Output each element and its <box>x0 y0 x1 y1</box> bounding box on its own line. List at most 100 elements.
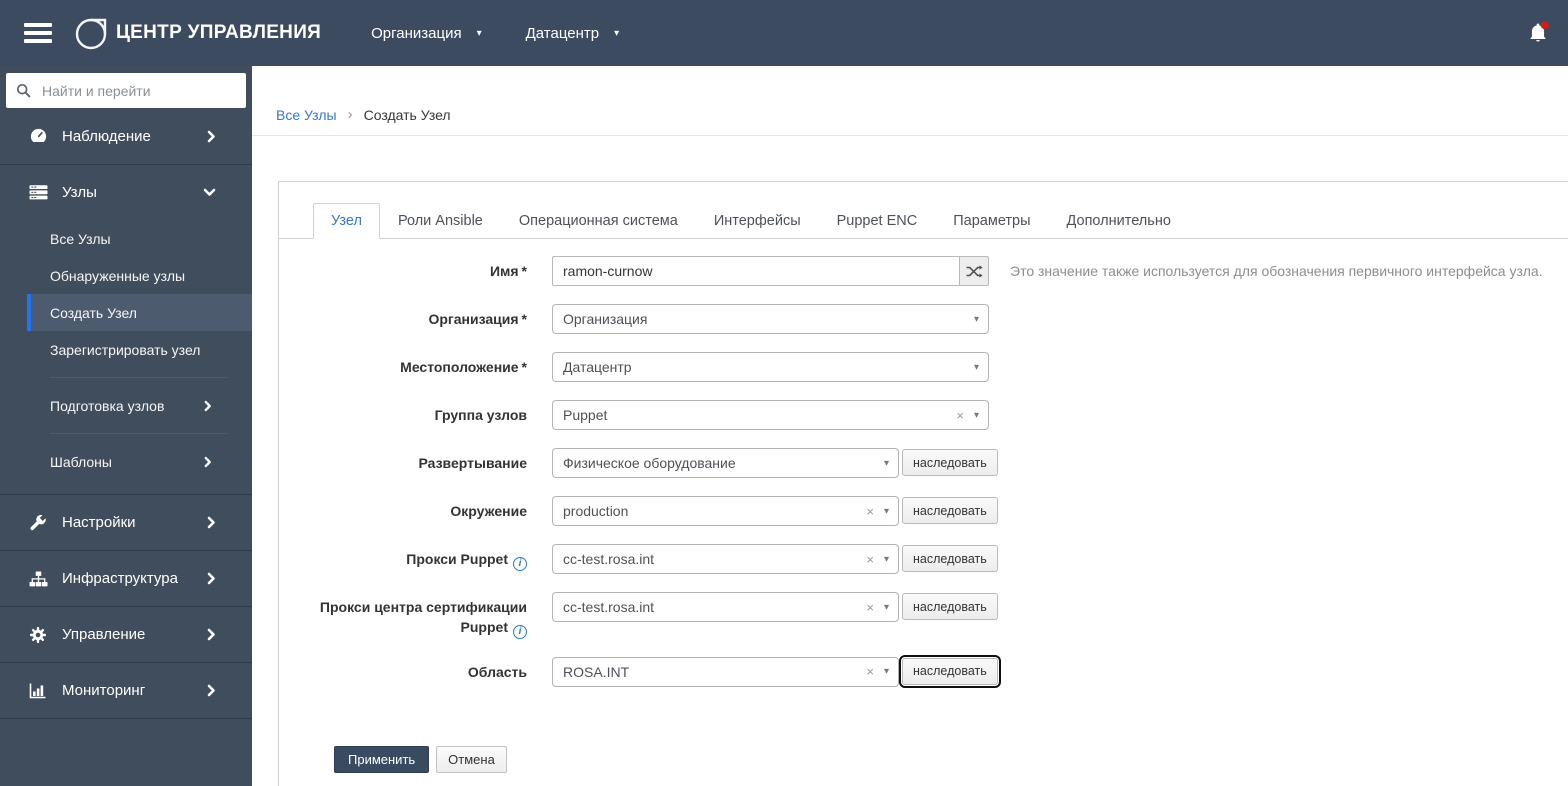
location-select[interactable]: Датацентр ▾ <box>552 352 989 382</box>
caret-down-icon: ▾ <box>883 457 889 469</box>
field-label: Местоположение * <box>400 359 527 375</box>
header-context-nav: Организация ▾ Датацентр ▾ <box>371 25 619 42</box>
sidebar-item-infrastruktura[interactable]: Инфраструктура <box>0 551 252 606</box>
main-content: Все Узлы › Создать Узел Узел Роли Ansibl… <box>252 66 1568 786</box>
sidebar-group-infrastructure: Инфраструктура <box>0 551 252 607</box>
caret-down-icon: ▾ <box>883 505 889 517</box>
search-icon <box>16 83 31 98</box>
sidebar-item-obnaruzhennye-uzly[interactable]: Обнаруженные узлы <box>27 257 252 294</box>
sidebar-item-podgotovka-uzlov[interactable]: Подготовка узлов <box>27 387 252 424</box>
sidebar-group-monitoring: Мониторинг <box>0 663 252 719</box>
sidebar-item-uzly[interactable]: Узлы <box>0 165 252 220</box>
divider <box>50 377 228 378</box>
sidebar-item-monitoring[interactable]: Мониторинг <box>0 663 252 718</box>
chevron-down-icon <box>203 188 216 196</box>
clear-selection-icon[interactable]: × <box>866 664 874 679</box>
tab-parametry[interactable]: Параметры <box>935 203 1048 239</box>
field-row-name: Имя * ramon-curnow Это значение также ис… <box>279 256 1568 286</box>
name-input[interactable] <box>552 256 959 286</box>
chevron-down-icon: ▾ <box>476 27 482 39</box>
sidebar-item-sozdat-uzel[interactable]: Создать Узел <box>27 294 252 331</box>
field-label: Организация * <box>428 311 527 327</box>
sidebar-group-settings: Настройки <box>0 495 252 551</box>
sidebar-item-label: Мониторинг <box>62 682 146 699</box>
shuffle-icon <box>966 264 983 278</box>
caret-down-icon: ▾ <box>883 601 889 613</box>
field-row-location: Местоположение * Датацентр ▾ <box>279 352 1568 382</box>
clear-selection-icon[interactable]: × <box>866 552 874 567</box>
caret-down-icon: ▾ <box>973 409 979 421</box>
tab-operacionnaya-sistema[interactable]: Операционная система <box>501 203 696 239</box>
sidebar-item-vse-uzly[interactable]: Все Узлы <box>27 220 252 257</box>
notification-badge <box>1540 21 1549 30</box>
app-logo-icon <box>75 18 107 50</box>
deploy-select[interactable]: Физическое оборудование ▾ <box>552 448 899 478</box>
field-label: Окружение <box>450 503 527 519</box>
field-row-puppet-ca-proxy: Прокси центра сертификации Puppet i cc-te… <box>279 592 1568 639</box>
tab-roli-ansible[interactable]: Роли Ansible <box>380 203 501 239</box>
breadcrumb-link-all-hosts[interactable]: Все Узлы <box>276 107 337 123</box>
sidebar-item-nablyudenie[interactable]: Наблюдение <box>0 109 252 164</box>
sidebar-item-shablony[interactable]: Шаблоны <box>27 443 252 480</box>
caret-down-icon: ▾ <box>883 666 889 678</box>
notifications-button[interactable] <box>1526 20 1550 46</box>
caret-down-icon: ▾ <box>973 313 979 325</box>
required-mark: * <box>521 311 527 327</box>
gauge-icon <box>27 127 49 146</box>
sidebar-item-label: Настройки <box>62 514 136 531</box>
inherit-button-deploy[interactable]: наследовать <box>902 449 998 476</box>
puppet-ca-proxy-select[interactable]: cc-test.rosa.int × ▾ <box>552 592 899 622</box>
inherit-button-puppet-ca-proxy[interactable]: наследовать <box>902 593 998 620</box>
sidebar-search[interactable] <box>6 73 246 108</box>
field-label: Прокси Puppet i <box>279 544 527 572</box>
inherit-button-puppet-proxy[interactable]: наследовать <box>902 545 998 572</box>
clear-selection-icon[interactable]: × <box>956 408 964 423</box>
servers-icon <box>27 185 49 200</box>
chart-icon <box>27 683 49 699</box>
chevron-down-icon: ▾ <box>614 27 620 39</box>
form-actions: Применить Отмена <box>334 745 1568 786</box>
tab-uzel[interactable]: Узел <box>313 203 380 239</box>
sidebar-item-zaregistrirovat-uzel[interactable]: Зарегистрировать узел <box>27 331 252 368</box>
organization-dropdown[interactable]: Организация ▾ <box>371 25 482 42</box>
sidebar-item-nastroyki[interactable]: Настройки <box>0 495 252 550</box>
chevron-right-icon <box>204 400 211 411</box>
sidebar-item-label: Узлы <box>62 184 97 201</box>
hostgroup-select[interactable]: Puppet × ▾ <box>552 400 989 430</box>
field-label: Область <box>467 663 527 680</box>
tab-dopolnitelno[interactable]: Дополнительно <box>1049 203 1189 239</box>
tab-puppet-enc[interactable]: Puppet ENC <box>819 203 936 239</box>
top-header: ЦЕНТР УПРАВЛЕНИЯ Организация ▾ Датацентр… <box>0 0 1568 66</box>
info-icon[interactable]: i <box>513 557 527 572</box>
field-row-hostgroup: Группа узлов Puppet × ▾ <box>279 400 1568 430</box>
submit-button[interactable]: Применить <box>334 745 430 773</box>
info-icon[interactable]: i <box>513 624 527 639</box>
organization-select[interactable]: Организация ▾ <box>552 304 989 334</box>
sidebar-item-label: Управление <box>62 626 146 643</box>
cancel-button[interactable]: Отмена <box>436 745 507 773</box>
environment-select[interactable]: production × ▾ <box>552 496 899 526</box>
tab-interfeysy[interactable]: Интерфейсы <box>696 203 819 239</box>
form-card: Узел Роли Ansible Операционная система И… <box>278 181 1568 786</box>
realm-select[interactable]: ROSA.INT × ▾ <box>552 656 899 687</box>
inherit-button-realm[interactable]: наследовать <box>899 654 1001 688</box>
inherit-button-environment[interactable]: наследовать <box>902 497 998 524</box>
clear-selection-icon[interactable]: × <box>866 600 874 615</box>
host-form: Имя * ramon-curnow Это значение также ис… <box>279 239 1568 786</box>
sidebar-item-upravlenie[interactable]: Управление <box>0 607 252 662</box>
search-input[interactable] <box>40 81 236 100</box>
bell-icon <box>1530 21 1549 42</box>
location-dropdown[interactable]: Датацентр ▾ <box>526 25 620 42</box>
randomize-name-button[interactable] <box>959 256 989 286</box>
puppet-proxy-select[interactable]: cc-test.rosa.int × ▾ <box>552 544 899 574</box>
field-label: Развертывание <box>418 455 527 471</box>
sidebar: Наблюдение <box>0 66 252 786</box>
tab-bar: Узел Роли Ansible Операционная система И… <box>279 203 1568 239</box>
clear-selection-icon[interactable]: × <box>866 504 874 519</box>
field-row-deploy: Развертывание Физическое оборудование ▾ … <box>279 448 1568 478</box>
menu-toggle-button[interactable] <box>24 19 52 48</box>
field-row-realm: Область ROSA.INT × ▾ наследовать <box>279 654 1568 688</box>
organization-dropdown-label: Организация <box>371 24 462 42</box>
breadcrumb-current: Создать Узел <box>363 107 451 123</box>
sitemap-icon <box>27 571 49 587</box>
